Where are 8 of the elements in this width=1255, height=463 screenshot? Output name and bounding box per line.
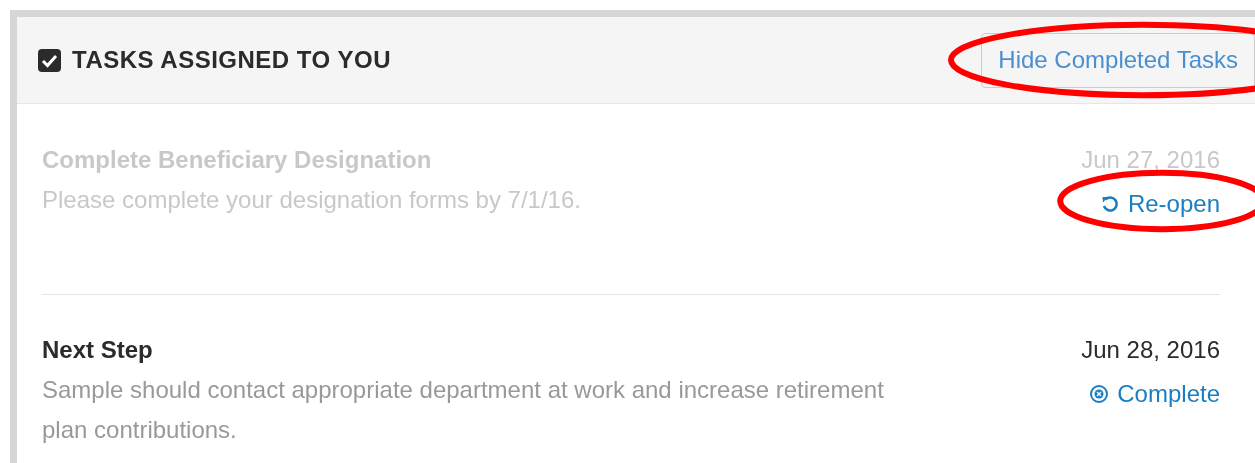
task-title: Next Step [42, 335, 154, 365]
complete-link[interactable]: Complete [1089, 376, 1220, 412]
circle-x-icon [1089, 384, 1110, 404]
checkbox-icon [38, 48, 61, 72]
panel-title: TASKS ASSIGNED TO YOU [72, 45, 391, 75]
task-date: Jun 28, 2016 [1081, 335, 1220, 365]
hide-completed-button[interactable]: Hide Completed Tasks [981, 32, 1255, 88]
task-description: Sample should contact appropriate department at work and increase retirement plan contributions. [42, 375, 885, 445]
